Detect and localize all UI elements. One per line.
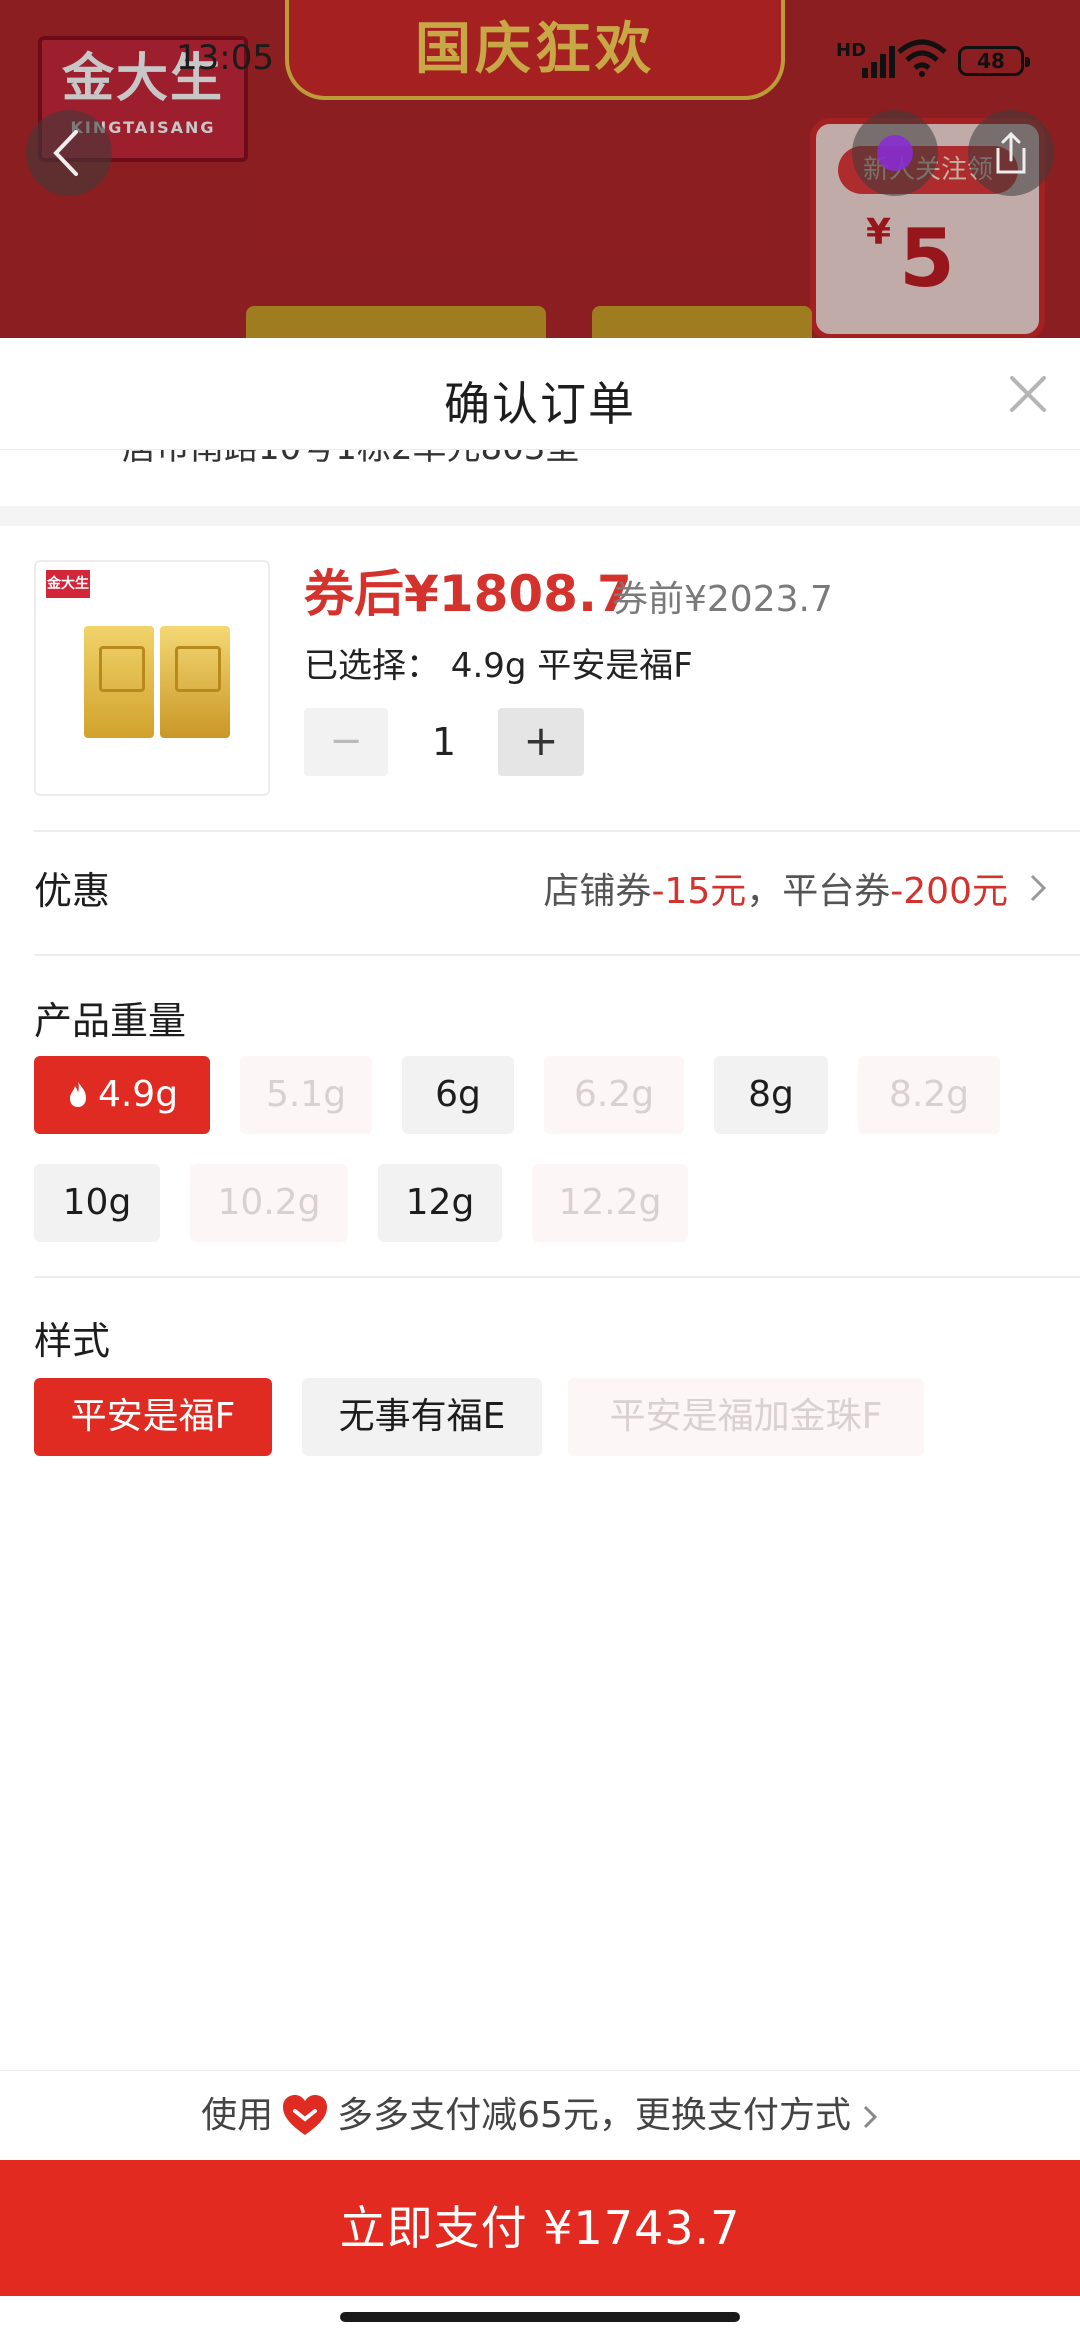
gold-bar-image — [84, 626, 154, 738]
battery-indicator: 48 — [958, 46, 1030, 76]
pay-now-button[interactable]: 立即支付 ¥1743.7 — [0, 2160, 1080, 2296]
discount-row[interactable]: 优惠 店铺券-15元，平台券-200元 — [0, 828, 1080, 948]
style-section-title: 样式 — [34, 1319, 111, 1363]
weight-option-10.2g[interactable]: 10.2g — [190, 1164, 348, 1242]
discount-label: 优惠 — [34, 869, 111, 913]
weight-option-12.2g[interactable]: 12.2g — [532, 1164, 688, 1242]
brand-tag: 金大生 — [46, 570, 90, 598]
quantity-decrease-button[interactable]: − — [304, 708, 388, 776]
product-summary: 金大生 券后¥1808.7 券前¥2023.7 已选择： 4.9g 平安是福F … — [0, 526, 1080, 796]
favorite-button[interactable] — [852, 110, 938, 196]
section-divider — [0, 506, 1080, 526]
weight-option-6g[interactable]: 6g — [402, 1056, 514, 1134]
weight-option-12g[interactable]: 12g — [378, 1164, 502, 1242]
favorite-icon — [877, 135, 913, 171]
weight-option-8g[interactable]: 8g — [714, 1056, 828, 1134]
price-after-coupon: 券后¥1808.7 — [304, 565, 632, 623]
back-button[interactable] — [26, 110, 112, 196]
status-time: 13:05 — [176, 38, 274, 78]
sheet-header: 确认订单 — [0, 338, 1080, 450]
divider — [34, 1276, 1080, 1278]
status-bar: 13:05 HD 48 — [0, 0, 1080, 120]
back-icon — [53, 130, 78, 176]
home-indicator[interactable] — [340, 2312, 740, 2322]
weight-option-8.2g[interactable]: 8.2g — [858, 1056, 1000, 1134]
style-option-wushi[interactable]: 无事有福E — [302, 1378, 542, 1456]
signal-icon — [862, 46, 895, 78]
style-option-pingan[interactable]: 平安是福F — [34, 1378, 272, 1456]
quantity-value[interactable]: 1 — [404, 708, 484, 776]
product-image[interactable]: 金大生 — [34, 560, 270, 796]
discount-summary: 店铺券-15元，平台券-200元 — [543, 871, 1008, 912]
chevron-right-icon — [863, 2105, 878, 2129]
weight-option-10g[interactable]: 10g — [34, 1164, 160, 1242]
weight-section-title: 产品重量 — [34, 999, 187, 1043]
heart-shield-icon — [283, 2095, 328, 2135]
divider — [34, 954, 1080, 956]
selected-variant: 已选择： 4.9g 平安是福F — [304, 646, 693, 686]
share-button[interactable] — [968, 110, 1054, 196]
gold-bar-image — [160, 626, 230, 738]
quantity-increase-button[interactable]: + — [498, 708, 584, 776]
confirm-order-sheet: 居市南路10号1栋2单元803室 确认订单 金大生 券后¥1808.7 券前¥2… — [0, 338, 1080, 2340]
payment-method-row[interactable]: 使用 多多支付减65元，更换支付方式 — [0, 2070, 1080, 2160]
share-icon — [996, 131, 1026, 174]
price-before-coupon: 券前¥2023.7 — [612, 579, 833, 620]
wifi-icon — [897, 39, 947, 77]
weight-option-6.2g[interactable]: 6.2g — [544, 1056, 684, 1134]
sheet-title: 确认订单 — [444, 377, 636, 431]
chevron-right-icon — [1030, 874, 1047, 902]
flame-icon — [69, 1081, 86, 1107]
weight-option-4.9g[interactable]: 4.9g — [34, 1056, 210, 1134]
style-option-pingan-gold-bead[interactable]: 平安是福加金珠F — [568, 1378, 924, 1456]
weight-option-5.1g[interactable]: 5.1g — [240, 1056, 372, 1134]
close-icon[interactable] — [1002, 368, 1054, 420]
